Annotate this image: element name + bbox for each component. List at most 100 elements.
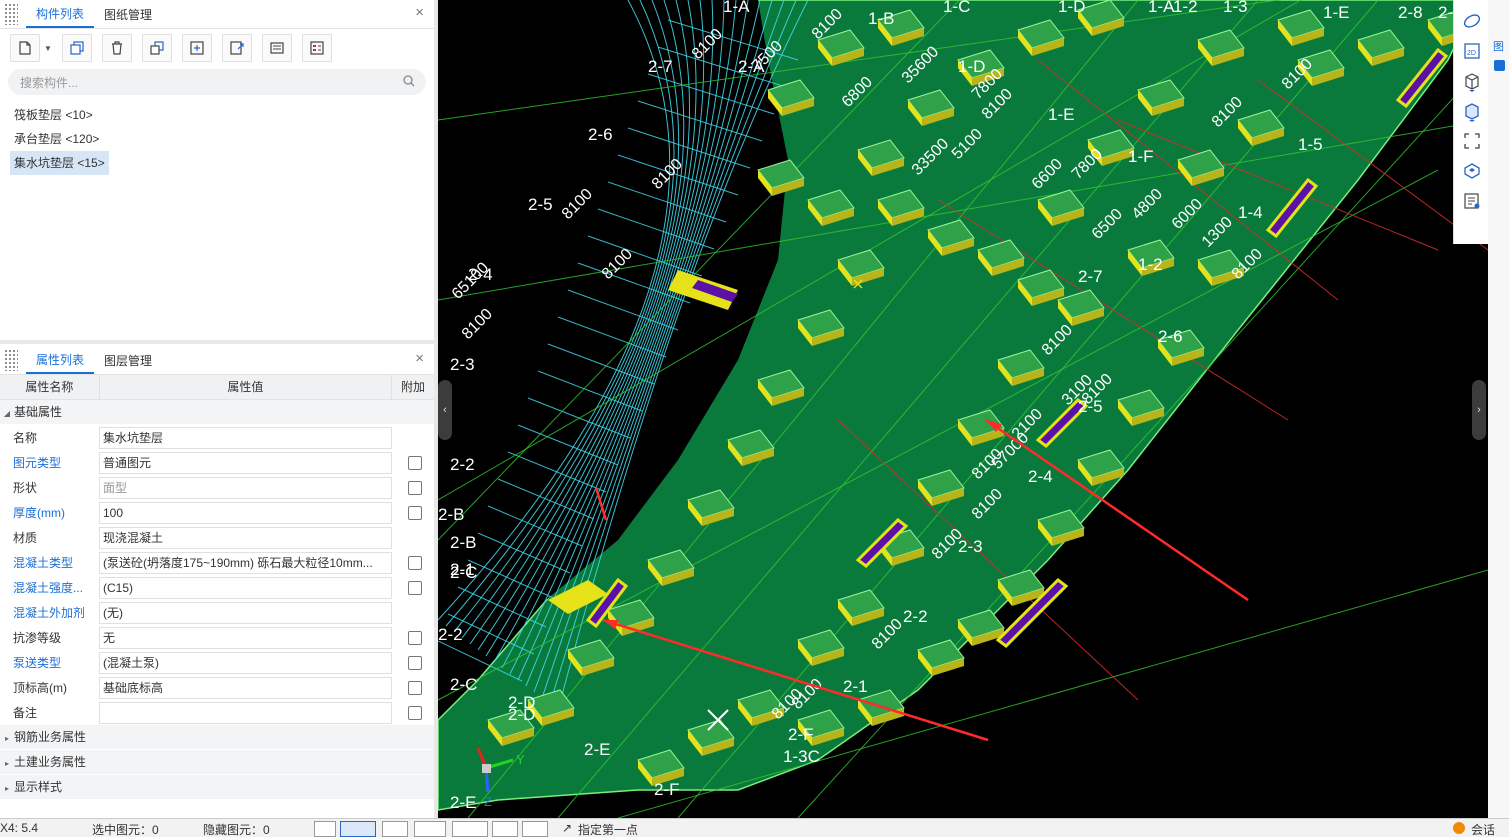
cube-active-icon[interactable] (1454, 96, 1489, 126)
edge-tab[interactable]: 图 (1493, 38, 1504, 54)
svg-text:2D: 2D (1467, 50, 1476, 57)
z-axis-label: Z (484, 794, 492, 809)
property-value-field[interactable]: 面型 (99, 476, 392, 499)
grid-label: 2-F (654, 780, 680, 799)
group-basic-properties[interactable]: ◢ 基础属性 (0, 400, 434, 425)
property-row: 泵送类型 (混凝土泵) (0, 650, 434, 675)
property-value-field[interactable] (99, 701, 392, 724)
properties-button[interactable] (261, 34, 292, 62)
trash-icon (111, 41, 122, 55)
grid-label: 1-3C (783, 747, 820, 766)
layer-icon[interactable] (1454, 156, 1489, 186)
export-button[interactable] (221, 34, 252, 62)
layer-toggle-button[interactable] (492, 821, 518, 837)
extra-checkbox[interactable] (408, 655, 422, 670)
property-name: 泵送类型 (13, 656, 62, 670)
snap-button[interactable] (414, 821, 446, 837)
search-icon[interactable] (402, 74, 416, 88)
grid-label: 1-3 (1223, 0, 1248, 16)
extra-checkbox[interactable] (408, 455, 422, 470)
export-icon (230, 41, 244, 55)
property-value-field[interactable]: (混凝土泵) (99, 651, 392, 674)
search-input[interactable] (8, 69, 382, 97)
extra-checkbox[interactable] (408, 680, 422, 695)
property-row: 材质 现浇混凝土 (0, 525, 434, 550)
list-icon[interactable] (1454, 186, 1489, 216)
right-edge-panel: 图 (1488, 0, 1509, 818)
chevron-down-icon[interactable]: ▼ (44, 44, 52, 53)
plane-icon[interactable] (1454, 6, 1489, 36)
add-point-button[interactable] (452, 821, 488, 837)
property-row: 混凝土强度... (C15) (0, 575, 434, 600)
session-label[interactable]: 会话 (1471, 821, 1495, 838)
import-button[interactable] (181, 34, 212, 62)
property-value-field[interactable]: (C15) (99, 576, 392, 599)
select-mode-button[interactable] (340, 821, 376, 837)
property-value-field[interactable]: 基础底标高 (99, 676, 392, 699)
property-value-field[interactable]: 100 (99, 501, 392, 524)
property-value-field[interactable]: 现浇混凝土 (99, 526, 392, 549)
close-icon[interactable]: × (415, 351, 424, 366)
property-value-field[interactable]: (无) (99, 601, 392, 624)
edge-checkbox[interactable] (1494, 60, 1505, 71)
warning-dot-icon[interactable] (1453, 822, 1465, 834)
cube-icon[interactable] (1454, 66, 1489, 96)
drag-grip-icon[interactable] (4, 3, 18, 25)
cross-select-button[interactable] (382, 821, 408, 837)
grid-label: 2-B (450, 533, 476, 552)
property-row: 名称 集水坑垫层 (0, 425, 434, 450)
property-value-field[interactable]: 无 (99, 626, 392, 649)
extra-checkbox[interactable] (408, 505, 422, 520)
group-rebar-properties[interactable]: ▸ 钢筋业务属性 (0, 725, 434, 750)
extra-checkbox[interactable] (408, 630, 422, 645)
panel-divider[interactable] (0, 340, 434, 344)
extra-checkbox[interactable] (408, 705, 422, 720)
group-display-style[interactable]: ▸ 显示样式 (0, 775, 434, 800)
grid-label: 1-A (723, 0, 750, 16)
property-panel: 属性列表 图层管理 × 属性名称 属性值 附加 ◢ 基础属性 名称 集水坑垫层 图元类… (0, 346, 434, 818)
list-item[interactable]: 承台垫层 <120> (10, 127, 103, 151)
grid-label: 1-A (1148, 0, 1175, 16)
ortho-toggle[interactable] (314, 821, 336, 837)
grid-label: 2-C (450, 675, 477, 694)
property-name: 抗渗等级 (13, 631, 62, 645)
grid-label: 2-6 (1158, 327, 1183, 346)
duplicate-button[interactable] (141, 34, 172, 62)
grid-label: 1-2 (1173, 0, 1198, 16)
arc-button[interactable] (522, 821, 548, 837)
table-button[interactable] (301, 34, 332, 62)
list-item[interactable]: 筏板垫层 <10> (10, 103, 97, 127)
select-area-icon[interactable] (1454, 126, 1489, 156)
2d-icon[interactable]: 2D (1454, 36, 1489, 66)
copy-button[interactable] (61, 34, 92, 62)
collapse-left-handle[interactable]: ‹ (438, 380, 452, 440)
delete-button[interactable] (101, 34, 132, 62)
lock-grip-icon[interactable] (4, 349, 18, 371)
close-icon[interactable]: × (415, 5, 424, 20)
grid-label: 1-D (1058, 0, 1085, 16)
chevron-right-icon: ▸ (4, 784, 9, 793)
property-tabbar: 属性列表 图层管理 × (0, 346, 434, 375)
tab-drawing-management[interactable]: 图纸管理 (94, 2, 162, 28)
command-hint: 指定第一点 (578, 823, 639, 837)
origin-box (482, 764, 491, 773)
list-item-selected[interactable]: 集水坑垫层 <15> (10, 151, 109, 175)
group-civil-properties[interactable]: ▸ 土建业务属性 (0, 750, 434, 775)
property-value-field[interactable]: 普通图元 (99, 451, 392, 474)
extra-checkbox[interactable] (408, 580, 422, 595)
property-value-field[interactable]: 集水坑垫层 (99, 426, 392, 449)
new-component-button[interactable] (10, 34, 40, 62)
tab-layer-management[interactable]: 图层管理 (94, 348, 162, 374)
extra-checkbox[interactable] (408, 480, 422, 495)
property-value-field[interactable]: (泵送砼(坍落度175~190mm) 砾石最大粒径10mm... (99, 551, 392, 574)
tab-property-list[interactable]: 属性列表 (26, 348, 95, 374)
property-name: 混凝土强度... (13, 581, 84, 595)
list-detail-icon (270, 42, 284, 54)
grid-label: 2-1 (843, 677, 868, 696)
grid-label: 2-C (450, 563, 477, 582)
model-canvas[interactable]: 2-72-A2-62-52-42-32-22-B2-12-C2-D2-E2-FA… (438, 0, 1488, 818)
tab-component-list[interactable]: 构件列表 (26, 2, 95, 28)
collapse-right-handle[interactable]: › (1472, 380, 1486, 440)
table-red-icon (310, 41, 324, 55)
extra-checkbox[interactable] (408, 555, 422, 570)
